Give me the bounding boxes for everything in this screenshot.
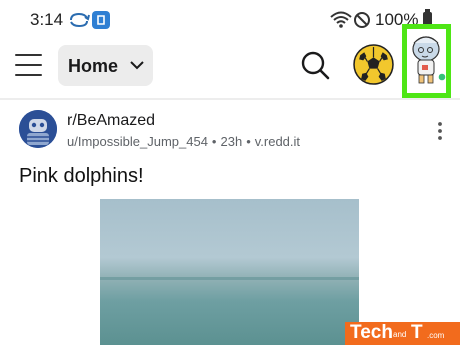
watermark-part-tech: Tech: [350, 322, 393, 343]
search-icon[interactable]: [300, 50, 331, 81]
user-avatar-icon: [412, 36, 446, 84]
post-video-thumbnail[interactable]: [100, 199, 359, 345]
status-time: 3:14: [30, 10, 64, 29]
watermark-part-and: and: [393, 330, 407, 339]
techandt-watermark-logo: Tech and T .com: [345, 322, 460, 345]
app-header: Home: [0, 38, 460, 96]
meta-separator: •: [246, 134, 251, 149]
feed-selector-label: Home: [68, 56, 119, 76]
more-options-icon[interactable]: [432, 120, 448, 142]
sea-horizon: [100, 277, 359, 280]
do-not-disturb-icon: [354, 12, 370, 28]
app-notification-icon: [92, 11, 110, 29]
feed-selector-dropdown[interactable]: Home: [58, 45, 153, 86]
header-divider: [0, 98, 460, 100]
post-title[interactable]: Pink dolphins!: [19, 165, 144, 188]
soccer-ball-icon[interactable]: [353, 44, 394, 85]
post-author-link[interactable]: u/Impossible_Jump_454: [67, 134, 208, 149]
post-meta: u/Impossible_Jump_454 • 23h • v.redd.it: [67, 134, 300, 149]
wifi-icon: [330, 11, 352, 28]
user-avatar-button[interactable]: [402, 24, 451, 98]
community-avatar-icon[interactable]: [19, 110, 57, 148]
watermark-part-t: T: [411, 322, 423, 343]
chevron-down-icon: [130, 61, 144, 70]
status-bar: 3:14 100%: [0, 0, 460, 38]
sync-icon: [70, 12, 90, 28]
menu-icon[interactable]: [15, 54, 42, 76]
watermark-part-com: .com: [427, 331, 445, 340]
post-age: 23h: [220, 134, 243, 149]
meta-separator: •: [211, 134, 217, 149]
post-domain-link[interactable]: v.redd.it: [255, 134, 300, 149]
community-name-link[interactable]: r/BeAmazed: [67, 112, 155, 130]
